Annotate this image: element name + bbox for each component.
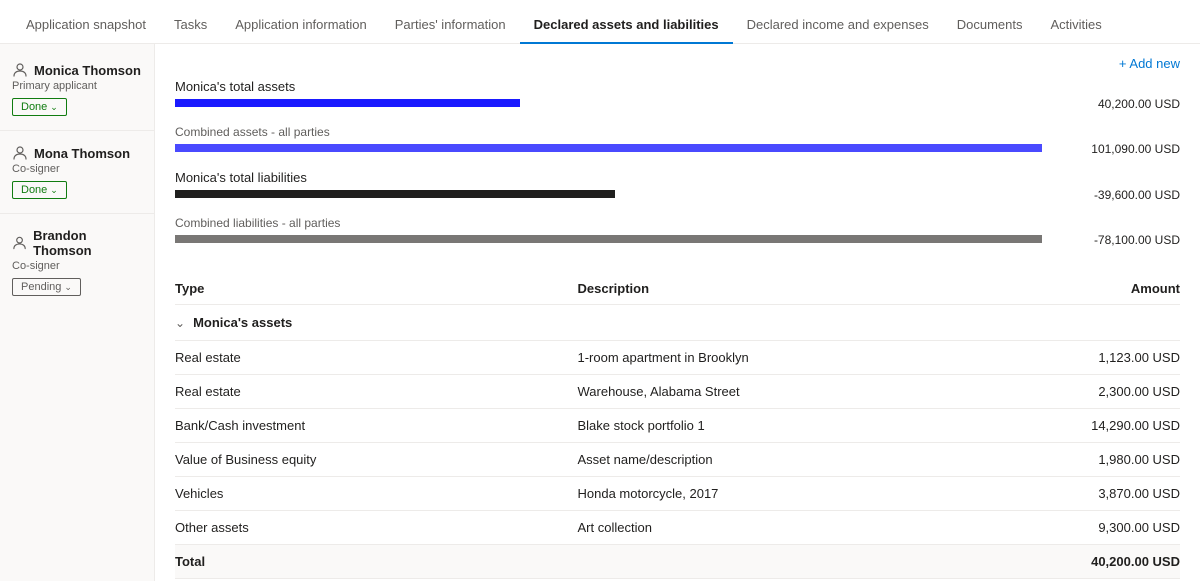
- combined-liabilities-chart-row: Combined liabilities - all parties -78,1…: [175, 216, 1180, 247]
- combined-assets-label: Combined assets - all parties: [175, 125, 1180, 139]
- nav-item-declared-assets-and-liabilities[interactable]: Declared assets and liabilities: [520, 7, 733, 44]
- nav-item-documents[interactable]: Documents: [943, 7, 1037, 44]
- sidebar-person-2[interactable]: Brandon Thomson Co-signer Pending ⌄: [0, 218, 154, 306]
- asset-amount-1: 2,300.00 USD: [980, 384, 1180, 399]
- monicas-liabilities-chart-row: Monica's total liabilities -39,600.00 US…: [175, 170, 1180, 202]
- asset-row-1: Real estate Warehouse, Alabama Street 2,…: [175, 375, 1180, 409]
- col-description-header: Description: [578, 281, 981, 296]
- verification-badge-1[interactable]: Done ⌄: [12, 181, 67, 199]
- sidebar: Monica Thomson Primary applicant Done ⌄ …: [0, 44, 155, 581]
- asset-description-3: Asset name/description: [578, 452, 981, 467]
- chevron-down-icon: ⌄: [175, 316, 185, 330]
- assets-total-row: Total 40,200.00 USD: [175, 545, 1180, 579]
- charts-section: Monica's total assets 40,200.00 USD Comb…: [155, 79, 1200, 273]
- combined-assets-bar: [175, 144, 1042, 152]
- nav-item-application-information[interactable]: Application information: [221, 7, 381, 44]
- asset-type-2: Bank/Cash investment: [175, 418, 578, 433]
- assets-rows: Real estate 1-room apartment in Brooklyn…: [175, 341, 1180, 545]
- nav-item-activities[interactable]: Activities: [1036, 7, 1115, 44]
- asset-type-3: Value of Business equity: [175, 452, 578, 467]
- main-layout: Monica Thomson Primary applicant Done ⌄ …: [0, 44, 1200, 581]
- combined-assets-chart-row: Combined assets - all parties 101,090.00…: [175, 125, 1180, 156]
- add-new-button[interactable]: + Add new: [1119, 56, 1180, 71]
- table-section: Type Description Amount ⌄ Monica's asset…: [155, 273, 1200, 581]
- person-role-0: Primary applicant: [12, 80, 142, 92]
- assets-total-amount: 40,200.00 USD: [980, 554, 1180, 569]
- asset-type-4: Vehicles: [175, 486, 578, 501]
- combined-liabilities-bar: [175, 235, 1042, 243]
- asset-amount-2: 14,290.00 USD: [980, 418, 1180, 433]
- monicas-liabilities-bar: [175, 190, 615, 198]
- asset-type-0: Real estate: [175, 350, 578, 365]
- assets-total-label: Total: [175, 554, 578, 569]
- nav-item-tasks[interactable]: Tasks: [160, 7, 221, 44]
- person-role-1: Co-signer: [12, 163, 142, 175]
- asset-amount-3: 1,980.00 USD: [980, 452, 1180, 467]
- badge-chevron-icon-1: ⌄: [50, 185, 58, 196]
- monicas-total-liabilities-label: Monica's total liabilities: [175, 170, 1180, 185]
- person-icon: [12, 235, 27, 251]
- col-amount-header: Amount: [980, 281, 1180, 296]
- monicas-total-assets-value: 40,200.00 USD: [1050, 97, 1180, 111]
- content-area: + Add new Monica's total assets 40,200.0…: [155, 44, 1200, 581]
- monicas-assets-section-title: Monica's assets: [193, 315, 292, 330]
- monicas-total-liabilities-value: -39,600.00 USD: [1050, 188, 1180, 202]
- asset-amount-5: 9,300.00 USD: [980, 520, 1180, 535]
- asset-description-4: Honda motorcycle, 2017: [578, 486, 981, 501]
- table-header: Type Description Amount: [175, 273, 1180, 305]
- asset-row-3: Value of Business equity Asset name/desc…: [175, 443, 1180, 477]
- sidebar-person-1[interactable]: Mona Thomson Co-signer Done ⌄: [0, 135, 154, 209]
- asset-row-4: Vehicles Honda motorcycle, 2017 3,870.00…: [175, 477, 1180, 511]
- person-name-0: Monica Thomson: [34, 63, 141, 78]
- top-nav: Application snapshotTasksApplication inf…: [0, 0, 1200, 44]
- monicas-assets-section-header[interactable]: ⌄ Monica's assets: [175, 305, 1180, 341]
- person-icon: [12, 145, 28, 161]
- asset-description-2: Blake stock portfolio 1: [578, 418, 981, 433]
- monicas-total-assets-label: Monica's total assets: [175, 79, 1180, 94]
- person-name-2: Brandon Thomson: [33, 228, 142, 258]
- person-icon: [12, 62, 28, 78]
- badge-chevron-icon-2: ⌄: [64, 282, 72, 293]
- nav-item-application-snapshot[interactable]: Application snapshot: [12, 7, 160, 44]
- nav-item-parties-information[interactable]: Parties' information: [381, 7, 520, 44]
- sidebar-person-0[interactable]: Monica Thomson Primary applicant Done ⌄: [0, 52, 154, 126]
- asset-type-5: Other assets: [175, 520, 578, 535]
- verification-badge-2[interactable]: Pending ⌄: [12, 278, 81, 296]
- combined-liabilities-label: Combined liabilities - all parties: [175, 216, 1180, 230]
- asset-row-2: Bank/Cash investment Blake stock portfol…: [175, 409, 1180, 443]
- asset-amount-4: 3,870.00 USD: [980, 486, 1180, 501]
- asset-row-5: Other assets Art collection 9,300.00 USD: [175, 511, 1180, 545]
- content-header: + Add new: [155, 44, 1200, 79]
- asset-description-5: Art collection: [578, 520, 981, 535]
- person-role-2: Co-signer: [12, 260, 142, 272]
- combined-assets-value: 101,090.00 USD: [1050, 142, 1180, 156]
- asset-description-1: Warehouse, Alabama Street: [578, 384, 981, 399]
- monicas-assets-bar: [175, 99, 520, 107]
- asset-row-0: Real estate 1-room apartment in Brooklyn…: [175, 341, 1180, 375]
- person-name-1: Mona Thomson: [34, 146, 130, 161]
- asset-type-1: Real estate: [175, 384, 578, 399]
- badge-chevron-icon-0: ⌄: [50, 102, 58, 113]
- verification-badge-0[interactable]: Done ⌄: [12, 98, 67, 116]
- combined-liabilities-value: -78,100.00 USD: [1050, 233, 1180, 247]
- asset-amount-0: 1,123.00 USD: [980, 350, 1180, 365]
- asset-description-0: 1-room apartment in Brooklyn: [578, 350, 981, 365]
- monicas-assets-chart-row: Monica's total assets 40,200.00 USD: [175, 79, 1180, 111]
- nav-item-declared-income-and-expenses[interactable]: Declared income and expenses: [733, 7, 943, 44]
- col-type-header: Type: [175, 281, 578, 296]
